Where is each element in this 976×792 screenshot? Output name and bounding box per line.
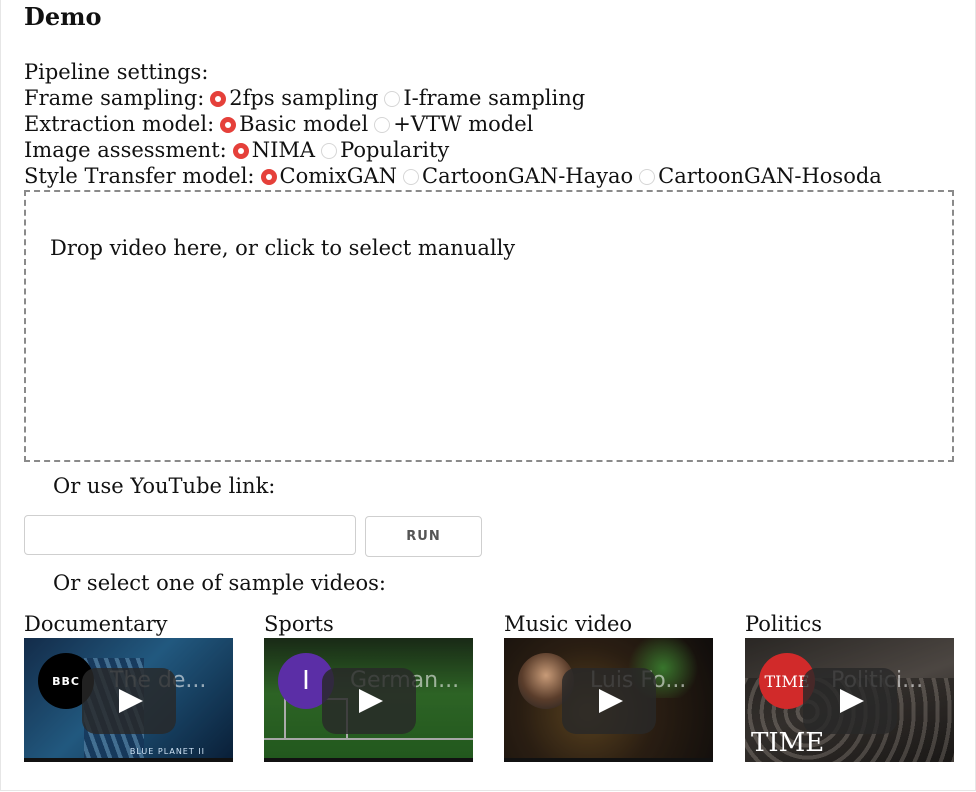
youtube-url-input[interactable]: [24, 515, 356, 555]
youtube-link-label: Or use YouTube link:: [53, 474, 276, 498]
page-title: Demo: [24, 2, 102, 31]
option-label: 2fps sampling: [229, 86, 379, 110]
thumbnail-bar: [504, 758, 713, 762]
sample-video-sports[interactable]: Sports I German...: [264, 611, 474, 762]
thumbnail-caption: TIME: [751, 728, 825, 758]
option-label: Popularity: [340, 138, 450, 162]
extraction-model-label: Extraction model:: [24, 112, 215, 136]
video-dropzone[interactable]: Drop video here, or click to select manu…: [24, 190, 954, 462]
settings-heading: Pipeline settings:: [24, 60, 209, 84]
option-label: Basic model: [239, 112, 369, 136]
option-label: +VTW model: [393, 112, 534, 136]
thumbnail-bar: [24, 758, 233, 762]
video-category: Music video: [504, 612, 633, 636]
style-transfer-option-hosoda[interactable]: CartoonGAN-Hosoda: [639, 163, 882, 189]
image-assessment-label: Image assessment:: [24, 138, 227, 162]
radio-unselected[interactable]: [639, 169, 656, 185]
option-label: NIMA: [251, 138, 316, 162]
radio-selected[interactable]: [220, 117, 237, 133]
sample-video-politics[interactable]: Politics TIME Politici... TIME: [745, 611, 955, 762]
play-icon[interactable]: [562, 668, 656, 734]
frame-sampling-option-iframe[interactable]: I-frame sampling: [384, 85, 585, 111]
video-category: Documentary: [24, 612, 168, 636]
radio-unselected[interactable]: [384, 91, 401, 107]
video-category: Politics: [745, 612, 823, 636]
radio-selected[interactable]: [210, 91, 227, 107]
image-assessment-option-nima[interactable]: NIMA: [232, 137, 316, 163]
option-label: ComixGAN: [279, 164, 398, 188]
radio-selected[interactable]: [260, 169, 277, 185]
run-button[interactable]: RUN: [365, 516, 482, 557]
video-thumbnail[interactable]: BBC The de... BLUE PLANET II: [24, 638, 233, 762]
style-transfer-option-comixgan[interactable]: ComixGAN: [260, 163, 398, 189]
extraction-model-option-basic[interactable]: Basic model: [220, 111, 368, 137]
frame-sampling-option-2fps[interactable]: 2fps sampling: [210, 85, 378, 111]
option-label: I-frame sampling: [403, 86, 586, 110]
play-icon[interactable]: [322, 668, 416, 734]
style-transfer-row: Style Transfer model: ComixGAN CartoonGA…: [24, 163, 882, 189]
option-label: CartoonGAN-Hayao: [422, 164, 634, 188]
frame-sampling-label: Frame sampling:: [24, 86, 205, 110]
radio-unselected[interactable]: [374, 117, 391, 133]
pipeline-settings: Pipeline settings: Frame sampling: 2fps …: [24, 59, 882, 189]
sample-video-documentary[interactable]: Documentary BBC The de... BLUE PLANET II: [24, 611, 234, 762]
sample-video-music[interactable]: Music video Luis Fo...: [504, 611, 714, 762]
play-icon[interactable]: [82, 668, 176, 734]
frame-sampling-row: Frame sampling: 2fps sampling I-frame sa…: [24, 85, 882, 111]
style-transfer-label: Style Transfer model:: [24, 164, 255, 188]
style-transfer-option-hayao[interactable]: CartoonGAN-Hayao: [403, 163, 633, 189]
extraction-model-row: Extraction model: Basic model +VTW model: [24, 111, 882, 137]
radio-unselected[interactable]: [321, 143, 338, 159]
radio-unselected[interactable]: [403, 169, 420, 185]
video-thumbnail[interactable]: Luis Fo...: [504, 638, 713, 762]
dropzone-text: Drop video here, or click to select manu…: [50, 236, 516, 260]
sample-videos-label: Or select one of sample videos:: [53, 571, 386, 595]
image-assessment-row: Image assessment: NIMA Popularity: [24, 137, 882, 163]
thumbnail-bar: [264, 758, 473, 762]
option-label: CartoonGAN-Hosoda: [658, 164, 882, 188]
radio-selected[interactable]: [232, 143, 249, 159]
play-icon[interactable]: [803, 668, 897, 734]
image-assessment-option-popularity[interactable]: Popularity: [321, 137, 449, 163]
extraction-model-option-vtw[interactable]: +VTW model: [374, 111, 533, 137]
video-category: Sports: [264, 612, 334, 636]
thumbnail-caption: BLUE PLANET II: [129, 747, 205, 756]
video-thumbnail[interactable]: TIME Politici... TIME: [745, 638, 954, 762]
video-thumbnail[interactable]: I German...: [264, 638, 473, 762]
